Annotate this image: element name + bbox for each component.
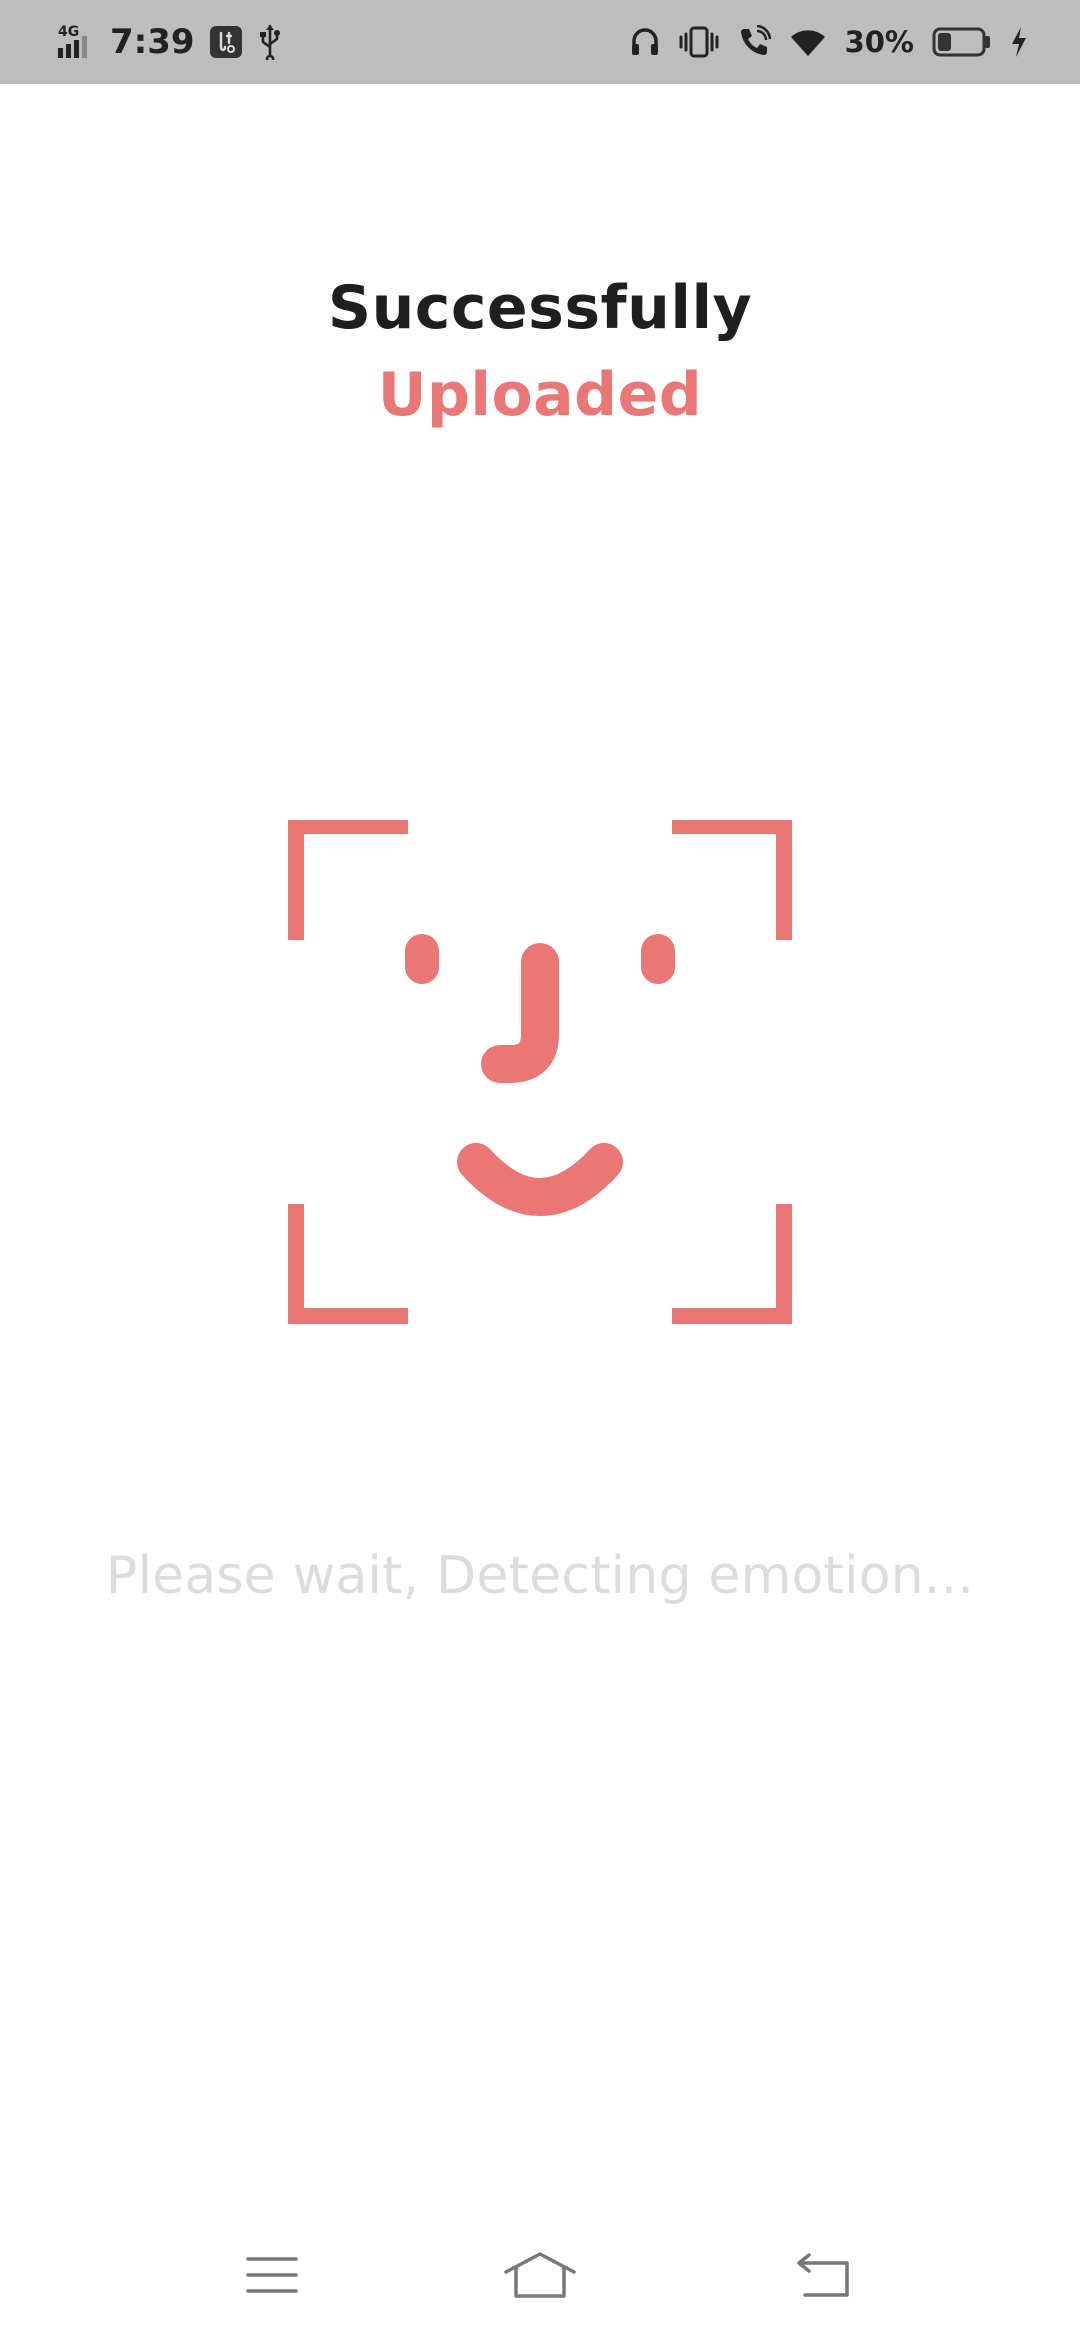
wifi-call-icon (737, 25, 771, 59)
home-button[interactable] (495, 2240, 585, 2310)
charging-icon (1010, 26, 1028, 58)
status-time: 7:39 (110, 22, 195, 62)
nose (481, 943, 559, 1083)
success-title: Successfully Uploaded (0, 262, 1080, 436)
battery-icon (932, 27, 992, 57)
home-icon (504, 2252, 576, 2298)
usb-debug-icon (209, 25, 243, 59)
battery-fill (938, 33, 951, 51)
status-bar: 4G 7:39 30% (0, 0, 1080, 84)
signal-icon: 4G (56, 22, 96, 62)
menu-icon (246, 2257, 298, 2293)
navigation-bar (0, 2220, 1080, 2340)
headphones-icon (629, 26, 661, 58)
vibrate-icon (679, 25, 719, 59)
detecting-message: Please wait, Detecting emotion... (105, 1546, 975, 1606)
wifi-icon (789, 26, 827, 58)
status-bar-right: 30% (629, 0, 1028, 84)
battery-percent: 30% (844, 25, 914, 59)
smile (457, 1143, 623, 1216)
face-features (405, 934, 675, 1216)
back-icon (797, 2253, 849, 2297)
face-scan-icon (280, 812, 800, 1332)
right-eye (641, 934, 675, 984)
left-eye (405, 934, 439, 984)
status-bar-left: 4G 7:39 (56, 0, 283, 84)
usb-icon (257, 24, 283, 60)
title-uploaded: Uploaded (377, 360, 703, 430)
back-button[interactable] (778, 2240, 868, 2310)
menu-button[interactable] (227, 2240, 317, 2310)
network-type-label: 4G (58, 24, 79, 40)
title-successfully: Successfully (327, 273, 753, 343)
